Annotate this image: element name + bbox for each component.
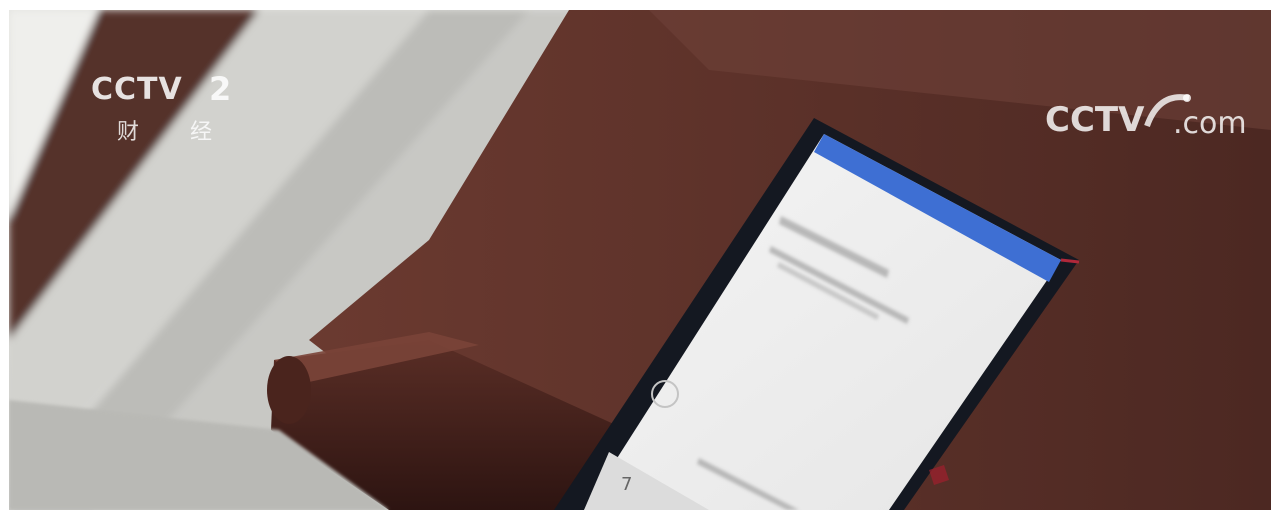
domain-suffix: .com — [1173, 106, 1247, 141]
video-frame: 7 CCTV 2 财 经 CCTV .com — [9, 10, 1271, 510]
channel-name: 财 经 — [117, 120, 234, 145]
channel-number: 2 — [209, 70, 232, 108]
cctv-wordmark: CCTV — [91, 72, 183, 107]
cctv2-channel-logo: CCTV 2 财 经 — [91, 70, 261, 152]
cctv-com-logo: CCTV .com — [1045, 86, 1271, 156]
cctv-wordmark: CCTV — [1045, 100, 1145, 140]
svg-text:7: 7 — [621, 474, 632, 495]
